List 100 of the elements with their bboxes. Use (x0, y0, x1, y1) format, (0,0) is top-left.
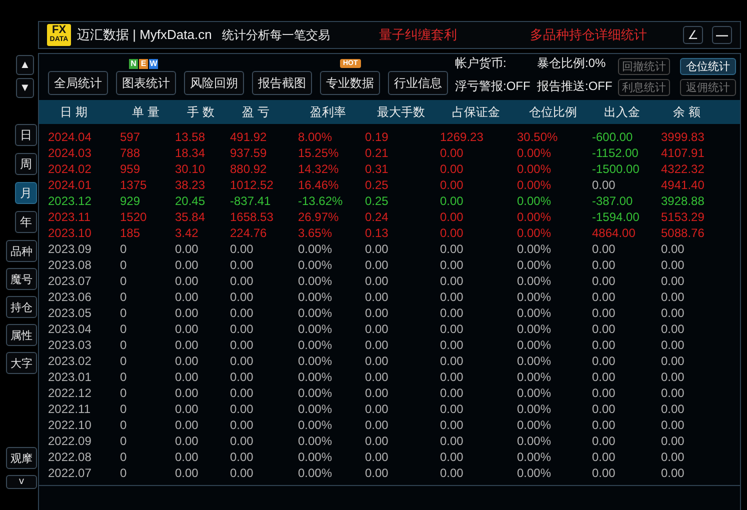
side-tool-button[interactable]: 持仓 (6, 296, 37, 318)
expand-button[interactable]: v (6, 475, 37, 489)
table-cell-text: 0.00 (661, 449, 686, 465)
table-cell-text: 0.00 (440, 273, 464, 289)
table-cell-text: 0.00 (592, 305, 616, 321)
table-cell-text: 0.00 (661, 465, 686, 481)
side-tool-button[interactable]: 大字 (6, 352, 37, 374)
table-cell-text: 788 (120, 145, 142, 161)
info-text: 帐户货币: (455, 54, 508, 72)
table-cell-text: 0.00 (440, 369, 464, 385)
table-cell-text: 0.00 (365, 401, 390, 417)
side-tool-button[interactable]: 魔号 (6, 268, 37, 290)
table-cell-text: 2023.01 (48, 369, 92, 385)
table-cell-text: 0.00 (661, 369, 686, 385)
table-cell-text: 0.00% (298, 385, 334, 401)
table-cell-text: 0.00% (298, 273, 334, 289)
period-tab[interactable]: 年 (15, 211, 37, 233)
table-cell-text: 0.00 (230, 337, 254, 353)
side-tool-button[interactable]: 属性 (6, 324, 37, 346)
table-cell-text: -837.41 (230, 193, 272, 209)
stats-button[interactable]: 利息统计 (618, 78, 670, 96)
table-cell-text: 15.25% (298, 145, 340, 161)
table-cell-text: 0.00% (298, 321, 334, 337)
table-cell-text: 929 (120, 193, 142, 209)
stats-button[interactable]: 回撤统计 (618, 58, 670, 74)
table-cell-text: 0.00 (230, 241, 254, 257)
table-cell-text: 0.00% (517, 401, 552, 417)
table-cell-text: 0.00% (298, 449, 334, 465)
toolbar-button[interactable]: 行业信息 (388, 71, 448, 95)
table-cell-text: -387.00 (592, 193, 634, 209)
brand-name: 迈汇数据 | MyfxData.cn (77, 26, 212, 44)
toolbar-button[interactable]: 风险回朔 (184, 71, 244, 95)
table-cell-text: -1152.00 (592, 145, 640, 161)
table-cell-text: 0.00% (517, 209, 552, 225)
table-cell-text: 0 (120, 289, 128, 305)
table-cell-text: 0.00 (440, 433, 464, 449)
table-cell-text: 0.00 (592, 289, 616, 305)
table-cell-text: 2024.04 (48, 129, 92, 145)
table-cell-text: 2022.09 (48, 433, 92, 449)
promo-link[interactable]: 多品种持仓详细统计 (530, 26, 647, 44)
promo-link[interactable]: 量子纠缠套利 (378, 26, 457, 44)
table-cell-text: 0.00 (440, 465, 464, 481)
table-cell-text: 26.97% (298, 209, 340, 225)
stats-button[interactable]: 仓位统计 (680, 58, 736, 74)
table-cell-text: 2022.08 (48, 449, 92, 465)
info-text: 报告推送:OFF (537, 78, 614, 94)
table-cell-text: 0.00 (592, 321, 616, 337)
table-cell-text: 2023.11 (48, 209, 92, 225)
toolbar-button[interactable]: 报告截图 (252, 71, 312, 95)
table-cell-text: 0.00 (440, 417, 464, 433)
period-tab[interactable]: 周 (15, 153, 37, 175)
column-header: 日 期 (59, 104, 88, 120)
resize-button[interactable]: ∠ (683, 26, 703, 44)
table-cell-text: 0.00 (592, 369, 616, 385)
table-cell-text: 0.00 (440, 193, 464, 209)
table-cell-text: 0.19 (365, 129, 390, 145)
table-cell-text: 5088.76 (661, 225, 706, 241)
table-cell-text: 0 (120, 337, 128, 353)
scroll-up-button[interactable]: ▲ (16, 55, 34, 75)
table-cell-text: 0.00% (517, 177, 552, 193)
table-cell-text: 0.00 (365, 273, 390, 289)
period-tab[interactable]: 月 (15, 182, 37, 204)
table-cell-text: -1594.00 (592, 209, 640, 225)
stats-button[interactable]: 返佣统计 (680, 78, 736, 96)
table-cell-text: 0.00% (298, 401, 334, 417)
table-cell-text: 0.00% (517, 289, 552, 305)
table-cell-text: 0.00 (230, 417, 254, 433)
table-cell-text: 0.00% (298, 305, 334, 321)
column-header: 单 量 (131, 104, 160, 120)
toolbar-button[interactable]: 全局统计 (48, 71, 108, 95)
toolbar-button[interactable]: 图表统计 (116, 71, 176, 95)
period-tab[interactable]: 日 (15, 124, 37, 146)
table-cell-text: 2022.12 (48, 385, 92, 401)
table-cell-text: 3.42 (175, 225, 200, 241)
column-header: 盈 亏 (241, 104, 270, 120)
table-cell-text: 0 (120, 369, 128, 385)
table-cell-text: 0 (120, 433, 128, 449)
table-cell-text: 0.00 (175, 401, 200, 417)
table-cell-text: 0.00 (230, 385, 254, 401)
table-cell-text: 0.00 (661, 353, 686, 369)
table-cell-text: 3999.83 (661, 129, 706, 145)
table-cell-text: 0.00% (517, 161, 552, 177)
table-cell-text: 0.00% (517, 417, 552, 433)
table-cell-text: 0.00% (517, 337, 552, 353)
table-cell-text: 0.00 (230, 369, 254, 385)
table-cell-text: 0.00 (365, 241, 390, 257)
table-cell-text: 0 (120, 401, 128, 417)
toolbar-button[interactable]: 专业数据 (320, 71, 380, 95)
side-tool-button[interactable]: 品种 (6, 240, 37, 262)
slogan-text: 统计分析每一笔交易 (222, 26, 330, 44)
table-cell-text: 0.00 (592, 257, 616, 273)
column-header: 手 数 (186, 104, 216, 120)
table-cell-text: 0.00 (592, 353, 616, 369)
table-cell-text: 1520 (120, 209, 148, 225)
side-tool-button[interactable]: 观摩 (6, 447, 37, 469)
minimize-button[interactable]: — (712, 26, 732, 44)
table-cell-text: 30.10 (175, 161, 206, 177)
column-header: 余 额 (672, 104, 702, 120)
table-cell-text: 13.58 (175, 129, 206, 145)
scroll-down-button[interactable]: ▼ (16, 78, 34, 98)
